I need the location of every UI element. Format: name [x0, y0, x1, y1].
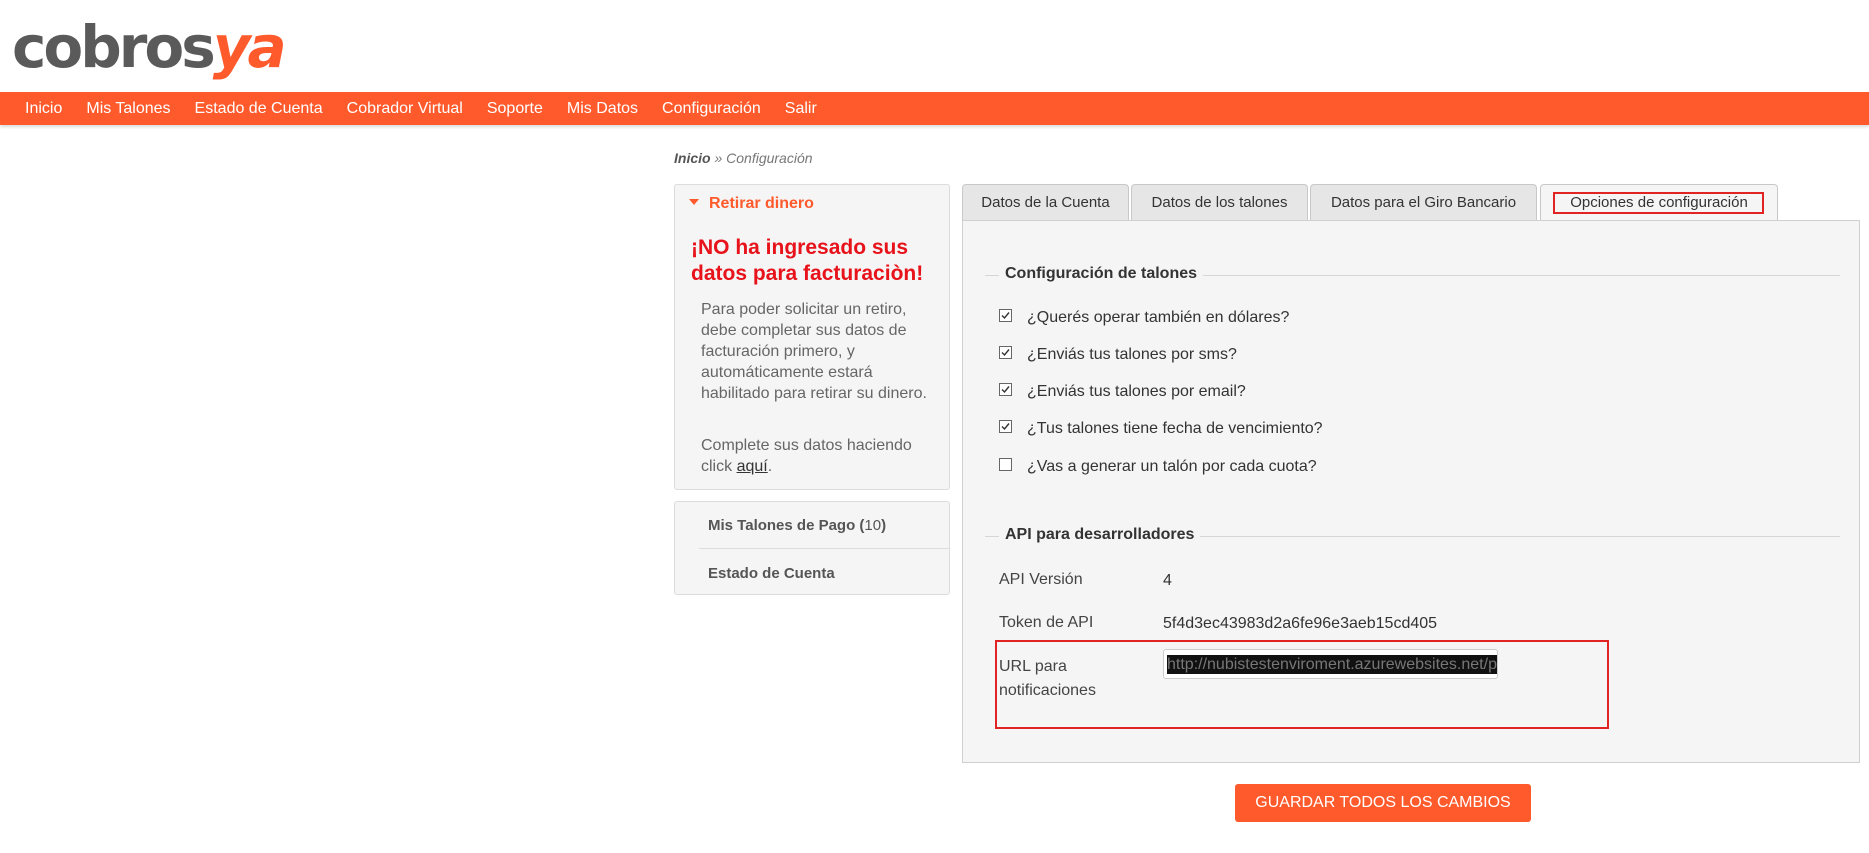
check-icon [1001, 349, 1010, 357]
option-dolares-label: ¿Querés operar también en dólares? [1027, 309, 1290, 326]
api-version-label: API Versión [999, 571, 1083, 588]
checkbox-email[interactable] [999, 383, 1012, 396]
withdraw-title: Retirar dinero [709, 195, 814, 212]
nav-item-estado-de-cuenta[interactable]: Estado de Cuenta [183, 100, 335, 118]
checkbox-vencimiento[interactable] [999, 420, 1012, 433]
checkbox-sms[interactable] [999, 346, 1012, 359]
main-navigation: Inicio Mis Talones Estado de Cuenta Cobr… [0, 92, 1869, 125]
nav-item-configuracion[interactable]: Configuración [650, 100, 773, 118]
option-email-label: ¿Enviás tus talones por email? [1027, 383, 1246, 400]
breadcrumb: Inicio » Configuración [674, 150, 813, 166]
api-section-title: API para desarrolladores [999, 526, 1201, 544]
billing-link[interactable]: aquí [737, 458, 768, 475]
save-all-button[interactable]: GUARDAR TODOS LOS CAMBIOS [1235, 784, 1531, 822]
talones-section-title: Configuración de talones [999, 265, 1204, 283]
option-vencimiento-label: ¿Tus talones tiene fecha de vencimiento? [1027, 420, 1323, 437]
brand-logo[interactable]: cobrosya [12, 13, 287, 81]
sidebar-item-label-close: ) [881, 517, 887, 534]
checkbox-cuota[interactable] [999, 458, 1012, 471]
sidebar-menu: Mis Talones de Pago (10) Estado de Cuent… [674, 501, 950, 595]
nav-item-salir[interactable]: Salir [773, 100, 829, 118]
notification-url-input[interactable]: http://nubistestenviroment.azurewebsites… [1163, 649, 1498, 679]
api-token-value: 5f4d3ec43983d2a6fe96e3aeb15cd405 [1163, 615, 1438, 632]
api-version-value: 4 [1163, 572, 1172, 589]
api-token-label: Token de API [999, 614, 1094, 631]
sidebar-item-mis-talones[interactable]: Mis Talones de Pago (10) [708, 517, 886, 534]
tab-datos-talones[interactable]: Datos de los talones [1131, 184, 1308, 220]
withdraw-instructions-suffix: . [767, 458, 773, 475]
check-icon [1001, 312, 1010, 320]
sidebar-divider [699, 548, 949, 549]
option-cuota-label: ¿Vas a generar un talón por cada cuota? [1027, 458, 1317, 475]
logo-text-accent: ya [212, 13, 287, 81]
withdraw-description: Para poder solicitar un retiro, debe com… [701, 301, 927, 402]
breadcrumb-home[interactable]: Inicio [674, 150, 711, 166]
nav-item-soporte[interactable]: Soporte [475, 100, 555, 118]
talones-count: 10 [864, 517, 882, 534]
checkbox-dolares[interactable] [999, 309, 1012, 322]
withdraw-instructions-prefix: Complete sus datos haciendo click [701, 437, 912, 475]
billing-warning: ¡NO ha ingresado sus datos para facturac… [691, 236, 924, 285]
option-sms-label: ¿Enviás tus talones por sms? [1027, 346, 1237, 363]
nav-item-cobrador-virtual[interactable]: Cobrador Virtual [335, 100, 475, 118]
configuration-panel: Configuración de talones ¿Querés operar … [962, 220, 1860, 763]
nav-item-mis-datos[interactable]: Mis Datos [555, 100, 650, 118]
check-icon [1001, 423, 1010, 431]
nav-item-inicio[interactable]: Inicio [13, 100, 74, 118]
sidebar-item-estado-de-cuenta[interactable]: Estado de Cuenta [708, 565, 835, 582]
check-icon [1001, 386, 1010, 394]
caret-down-icon [689, 198, 699, 205]
breadcrumb-separator: » [710, 150, 727, 166]
logo-text-primary: cobros [12, 13, 216, 81]
tab-datos-cuenta[interactable]: Datos de la Cuenta [962, 184, 1129, 220]
sidebar-item-label: Mis Talones de Pago ( [708, 517, 865, 534]
withdraw-instructions: Complete sus datos haciendo click aquí. [701, 435, 931, 477]
tab-giro-bancario[interactable]: Datos para el Giro Bancario [1310, 184, 1537, 220]
withdraw-header[interactable]: Retirar dinero [689, 195, 814, 213]
notification-url-label: URL para notificaciones [999, 658, 1096, 699]
notification-url-value: http://nubistestenviroment.azurewebsites… [1167, 655, 1497, 674]
tab-opciones-configuracion[interactable]: Opciones de configuración [1540, 184, 1778, 222]
withdraw-panel: Retirar dinero ¡NO ha ingresado sus dato… [674, 184, 950, 490]
nav-item-mis-talones[interactable]: Mis Talones [74, 100, 182, 118]
breadcrumb-current: Configuración [726, 150, 813, 166]
